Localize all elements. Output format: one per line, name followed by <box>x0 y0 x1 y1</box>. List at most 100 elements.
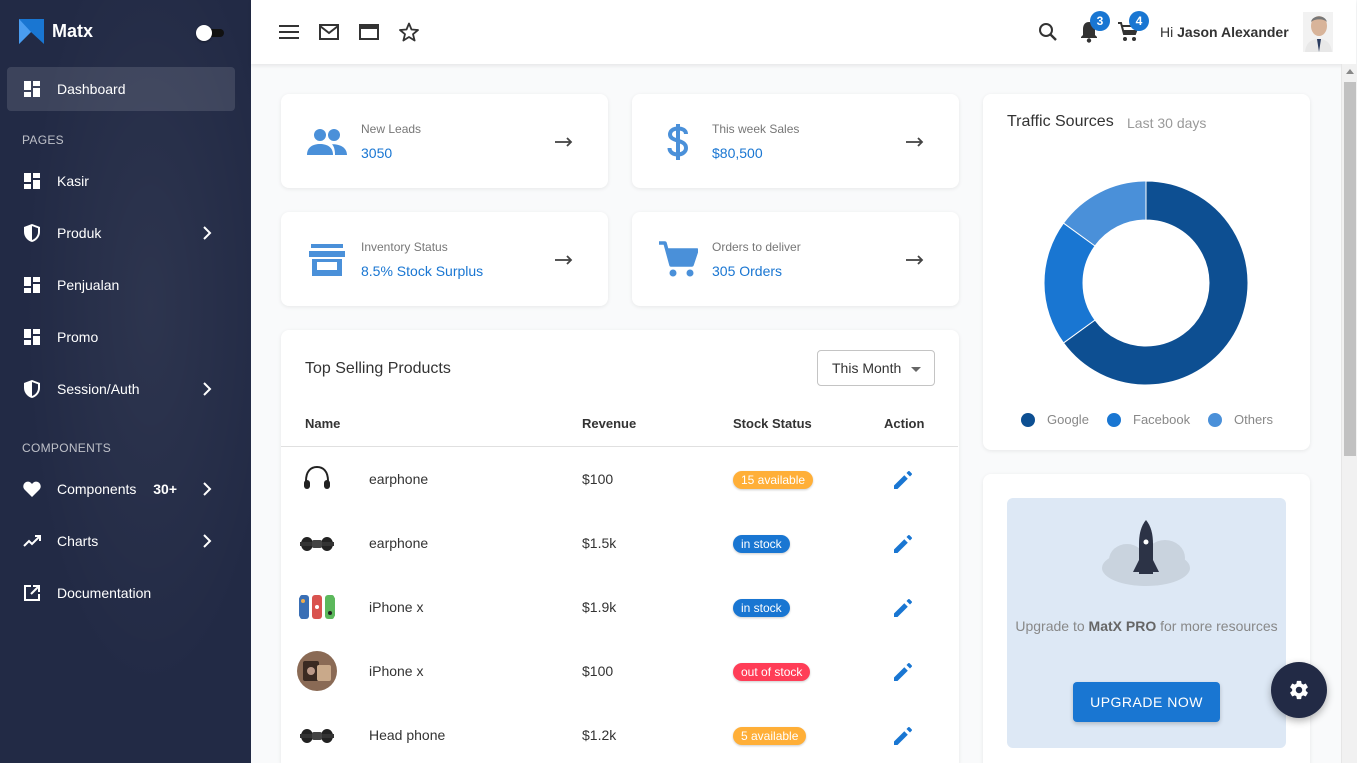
status-badge: in stock <box>733 535 790 553</box>
edit-icon[interactable] <box>892 597 914 619</box>
sidebar-item-components[interactable]: Components 30+ <box>7 467 235 511</box>
product-image <box>297 715 337 755</box>
shield-icon <box>23 224 41 242</box>
user-name: Jason Alexander <box>1177 24 1289 40</box>
legend-label: Facebook <box>1133 412 1191 427</box>
period-select[interactable]: This Month <box>817 350 935 386</box>
product-name: earphone <box>369 471 429 487</box>
legend-dot <box>1208 412 1222 427</box>
scroll-up-arrow-icon[interactable] <box>1346 69 1354 74</box>
notification-count-badge: 3 <box>1090 11 1110 31</box>
arrow-right-icon[interactable] <box>905 132 925 152</box>
legend-dot <box>1021 412 1035 427</box>
brand[interactable]: Matx <box>19 19 93 44</box>
product-revenue: $1.2k <box>582 727 617 743</box>
arrow-right-icon[interactable] <box>554 250 574 270</box>
heart-icon <box>23 480 41 498</box>
traffic-sources-card: Traffic Sources Last 30 days Google Face… <box>983 94 1310 450</box>
column-header-stock-status: Stock Status <box>733 416 812 431</box>
product-revenue: $1.5k <box>582 535 617 551</box>
stat-card-new-leads[interactable]: New Leads 3050 <box>281 94 608 188</box>
upgrade-card: Upgrade to MatX PRO for more resources U… <box>983 474 1310 763</box>
table-row: iPhone x $1.9k in stock <box>281 575 958 639</box>
stat-card-orders[interactable]: Orders to deliver 305 Orders <box>632 212 959 306</box>
components-count-badge: 30+ <box>153 481 177 497</box>
legend-item-facebook[interactable]: Facebook <box>1107 412 1190 427</box>
sidebar-item-charts[interactable]: Charts <box>7 519 235 563</box>
stat-card-week-sales[interactable]: This week Sales $80,500 <box>632 94 959 188</box>
search-icon[interactable] <box>1036 20 1060 44</box>
stat-value: 8.5% Stock Surplus <box>361 263 484 279</box>
section-label-pages: PAGES <box>22 133 64 147</box>
status-badge: out of stock <box>733 663 811 681</box>
upgrade-panel: Upgrade to MatX PRO for more resources U… <box>1007 498 1286 748</box>
sidebar-item-penjualan[interactable]: Penjualan <box>7 263 235 307</box>
upgrade-now-button[interactable]: UPGRADE NOW <box>1073 682 1220 722</box>
stat-card-inventory[interactable]: Inventory Status 8.5% Stock Surplus <box>281 212 608 306</box>
product-revenue: $100 <box>582 471 614 487</box>
period-select-value: This Month <box>832 360 902 376</box>
toggle-knob <box>196 25 212 41</box>
web-window-icon[interactable] <box>357 20 381 44</box>
chevron-right-icon <box>195 482 219 496</box>
table-row: earphone $1.5k in stock <box>281 511 958 575</box>
status-badge: 15 available <box>733 471 814 489</box>
stat-value: 3050 <box>361 145 393 161</box>
people-icon <box>305 122 349 162</box>
shopping-cart-icon[interactable]: 4 <box>1116 11 1149 44</box>
edit-icon[interactable] <box>892 725 914 747</box>
mail-icon[interactable] <box>317 20 341 44</box>
product-image <box>297 523 337 563</box>
stat-value: 305 Orders <box>712 263 783 279</box>
status-badge: in stock <box>733 599 790 617</box>
sidebar-item-label: Charts <box>57 533 99 549</box>
sidebar-item-session-auth[interactable]: Session/Auth <box>7 367 235 411</box>
column-header-action: Action <box>884 416 925 431</box>
cart-count-badge: 4 <box>1129 11 1149 31</box>
star-icon[interactable] <box>397 20 421 44</box>
store-icon <box>305 240 349 280</box>
sidebar-item-dashboard[interactable]: Dashboard <box>7 67 235 111</box>
dashboard-icon <box>23 328 41 346</box>
scrollbar-thumb[interactable] <box>1344 82 1356 456</box>
menu-icon[interactable] <box>277 20 301 44</box>
column-header-name: Name <box>305 416 341 431</box>
legend-item-others[interactable]: Others <box>1208 412 1273 427</box>
donut-slice-facebook[interactable] <box>1043 222 1096 344</box>
scrollbar[interactable] <box>1341 64 1357 763</box>
arrow-right-icon[interactable] <box>905 250 925 270</box>
avatar[interactable] <box>1303 12 1333 52</box>
card-subtitle: Last 30 days <box>1127 115 1207 131</box>
arrow-right-icon[interactable] <box>554 132 574 152</box>
product-revenue: $1.9k <box>582 599 617 615</box>
product-name: Head phone <box>369 727 446 743</box>
edit-icon[interactable] <box>892 533 914 555</box>
notification-bell-icon[interactable]: 3 <box>1077 11 1110 44</box>
edit-icon[interactable] <box>892 661 914 683</box>
sidebar-toggle[interactable] <box>196 25 226 41</box>
settings-fab-button[interactable] <box>1271 662 1327 718</box>
sidebar-item-documentation[interactable]: Documentation <box>7 571 235 615</box>
section-label-components: COMPONENTS <box>22 441 112 455</box>
legend-item-google[interactable]: Google <box>1021 412 1089 427</box>
upgrade-product: MatX PRO <box>1088 618 1157 634</box>
stat-value: $80,500 <box>712 145 763 161</box>
sidebar-item-label: Documentation <box>57 585 152 601</box>
sidebar-item-kasir[interactable]: Kasir <box>7 159 235 203</box>
user-greeting[interactable]: Hi Jason Alexander <box>1160 24 1289 40</box>
dashboard-icon <box>23 172 41 190</box>
rocket-icon <box>1102 520 1190 586</box>
dashboard-icon <box>23 276 41 294</box>
trending-up-icon <box>23 532 41 550</box>
top-selling-card: Top Selling Products This Month Name Rev… <box>281 330 959 763</box>
matx-logo-icon <box>19 19 44 44</box>
cart-icon <box>656 240 700 280</box>
sidebar-item-label: Promo <box>57 329 99 345</box>
card-title: Top Selling Products <box>305 360 451 377</box>
sidebar-item-produk[interactable]: Produk <box>7 211 235 255</box>
sidebar-item-promo[interactable]: Promo <box>7 315 235 359</box>
upgrade-suffix: for more resources <box>1156 618 1278 634</box>
edit-icon[interactable] <box>892 469 914 491</box>
column-header-revenue: Revenue <box>582 416 637 431</box>
product-name: earphone <box>369 535 429 551</box>
